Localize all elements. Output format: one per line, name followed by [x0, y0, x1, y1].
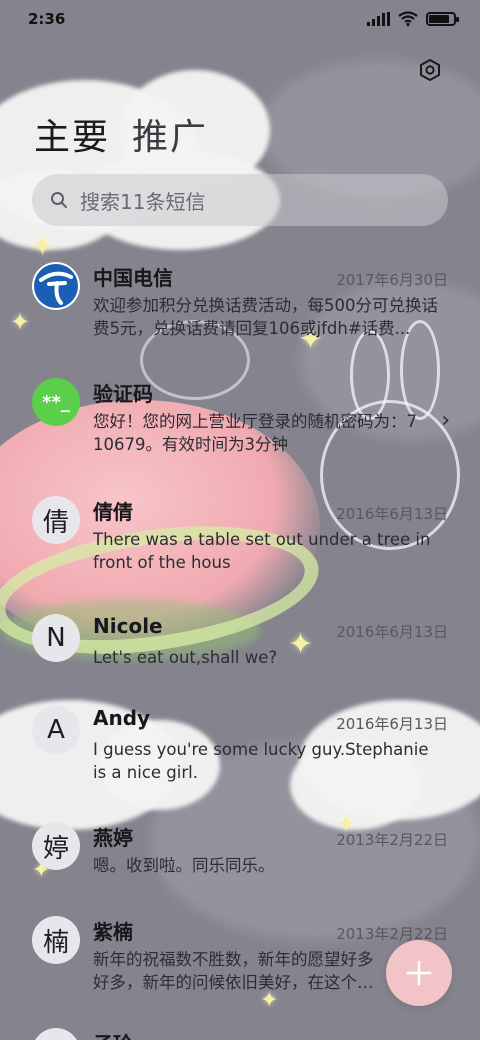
message-date: 2017年6月30日 [336, 271, 448, 289]
plus-icon [406, 960, 432, 986]
message-preview: 您好！您的网上营业厅登录的随机密码为：710679。有效时间为3分钟 [93, 412, 417, 454]
message-preview: 新年的祝福数不胜数，新年的愿望好多好多，新年的问候依旧美好，在这个温馨的时刻 [93, 950, 374, 992]
contact-name: 验证码 [93, 382, 153, 406]
tab-bar: 主要 推广 [34, 108, 208, 160]
message-preview: 欢迎参加积分兑换话费活动，每500分可兑换话费5元，兑换话费请回复106或jfd… [93, 296, 438, 338]
settings-button[interactable] [414, 54, 446, 86]
signal-icon [367, 11, 390, 26]
battery-icon [426, 11, 459, 26]
search-input[interactable]: 搜索11条短信 [32, 174, 448, 226]
contact-name: 倩倩 [93, 500, 133, 524]
tab-promotions[interactable]: 推广 [132, 108, 208, 160]
message-preview: 嗯。收到啦。同乐同乐。 [93, 856, 275, 875]
contact-name: 子玲 [93, 1028, 133, 1040]
avatar-initial: 婷 [42, 833, 69, 864]
settings-hexagon-icon [420, 59, 440, 81]
avatar: 楠 [32, 916, 80, 964]
wifi-icon [398, 11, 418, 26]
message-date: 2016年6月13日 [336, 505, 448, 523]
new-message-button[interactable] [386, 940, 452, 1006]
message-preview: There was a table set out under a tree i… [93, 530, 431, 572]
avatar: **_ [32, 378, 80, 426]
message-date: 2016年6月13日 [336, 623, 448, 641]
message-preview: Let's eat out,shall we? [93, 648, 278, 667]
avatar: 倩 [32, 496, 80, 544]
message-date: 2013年2月22日 [336, 831, 448, 849]
search-icon [51, 192, 67, 208]
avatar: 婷 [32, 822, 80, 870]
avatar-initial: N [46, 623, 66, 653]
chevron-right-icon[interactable]: › [441, 408, 450, 433]
china-telecom-logo-icon [34, 264, 78, 308]
avatar: N [32, 614, 80, 662]
message-date: 2016年6月13日 [336, 715, 448, 733]
avatar: A [32, 706, 80, 754]
tab-primary[interactable]: 主要 [34, 108, 110, 160]
contact-name: Nicole [93, 614, 163, 638]
message-preview: I guess you're some lucky guy.Stephanie … [93, 740, 429, 782]
contact-name: 紫楠 [93, 920, 133, 944]
avatar [32, 1028, 80, 1040]
avatar-initial: A [47, 715, 65, 745]
avatar-initial: **_ [42, 391, 70, 413]
avatar-initial: 楠 [42, 927, 69, 958]
contact-name: Andy [93, 706, 151, 730]
message-date: 2013年2月22日 [336, 925, 448, 943]
contact-name: 中国电信 [93, 266, 173, 290]
search-placeholder: 搜索11条短信 [80, 189, 206, 214]
china-telecom-logo-avatar [32, 262, 80, 310]
status-time: 2:36 [28, 10, 66, 28]
status-bar: 2:36 [0, 0, 480, 40]
contact-name: 燕婷 [93, 826, 133, 850]
avatar-initial: 倩 [42, 507, 69, 538]
